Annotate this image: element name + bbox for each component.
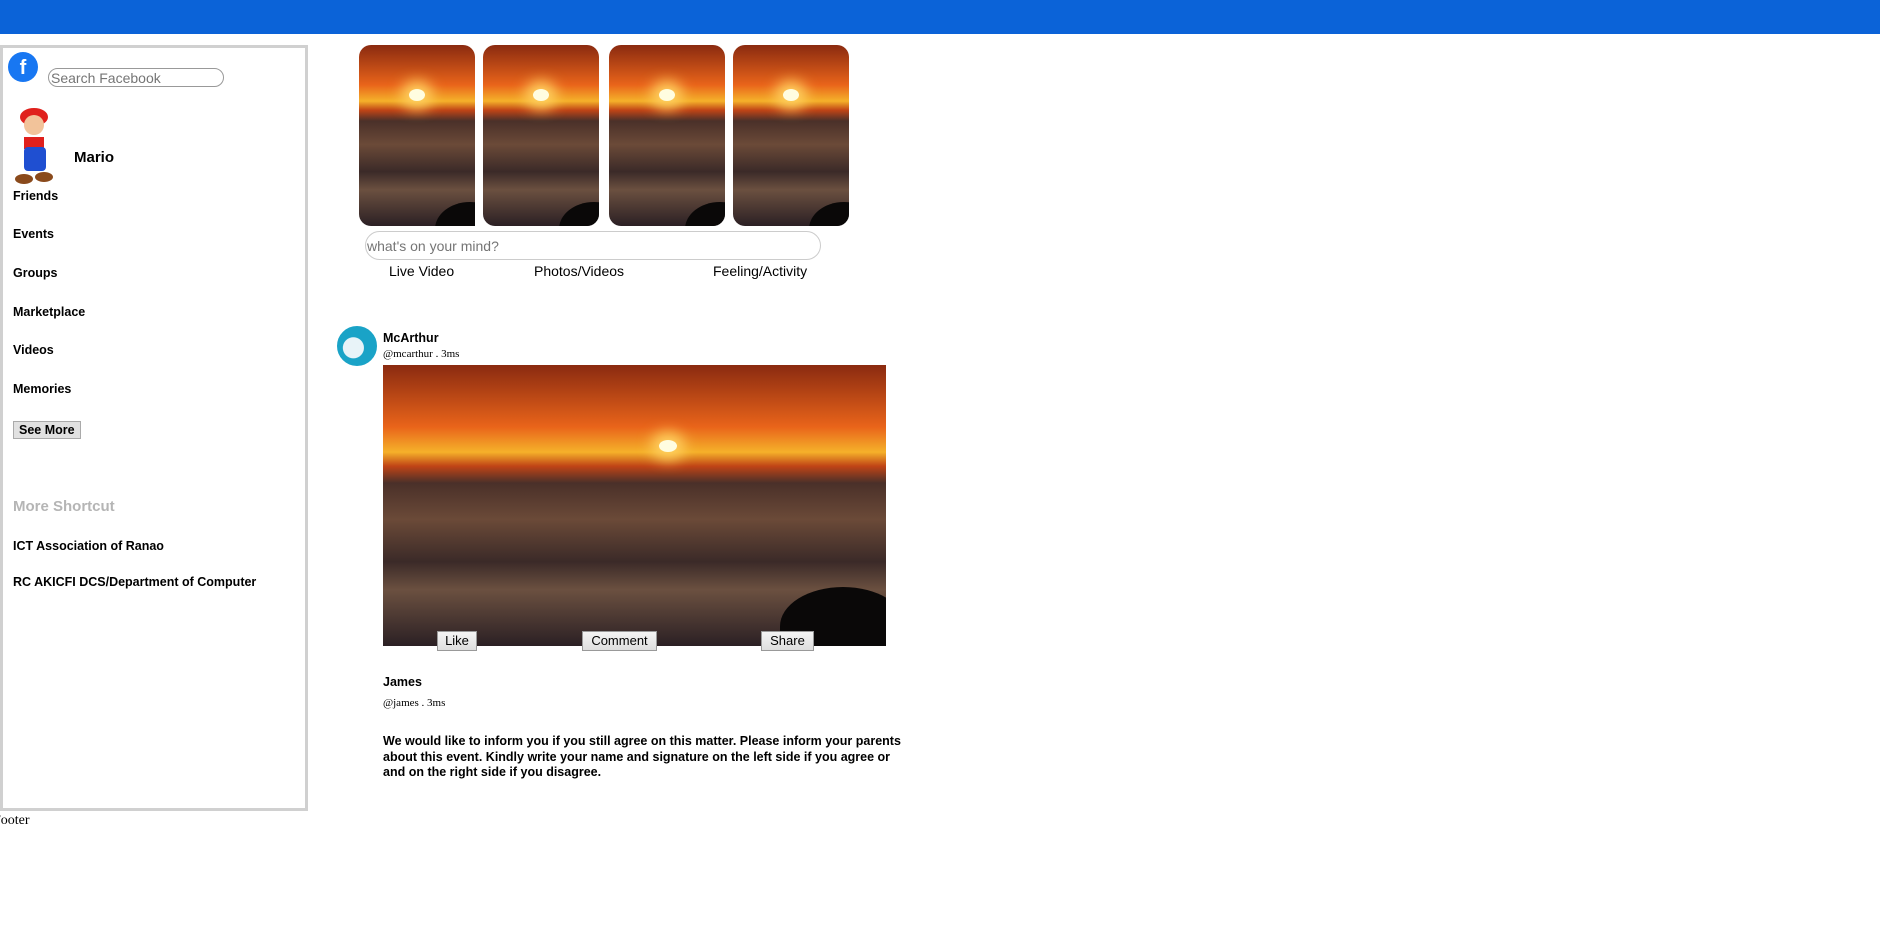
share-button[interactable]: Share — [761, 631, 814, 651]
facebook-logo-icon[interactable]: f — [8, 52, 38, 82]
sidebar-item-memories[interactable]: Memories — [13, 382, 71, 396]
user-name[interactable]: Mario — [74, 149, 114, 166]
status-input[interactable] — [365, 231, 821, 260]
shortcut-rc-akicfi[interactable]: RC AKICFI DCS/Department of Computer — [13, 575, 256, 589]
sidebar-item-friends[interactable]: Friends — [13, 189, 58, 203]
post-author[interactable]: James — [383, 675, 422, 689]
post-handle: @james . 3ms — [383, 697, 446, 709]
sidebar-item-marketplace[interactable]: Marketplace — [13, 305, 85, 319]
post-image[interactable] — [383, 365, 886, 646]
like-button[interactable]: Like — [437, 631, 477, 651]
story-card[interactable] — [733, 45, 849, 226]
post-author[interactable]: McArthur — [383, 331, 439, 345]
footer: Footer — [0, 813, 30, 828]
sidebar-item-groups[interactable]: Groups — [13, 266, 57, 280]
photos-videos-button[interactable]: Photos/Videos — [534, 263, 624, 279]
mcarthur-avatar[interactable] — [337, 326, 377, 366]
see-more-button[interactable]: See More — [13, 421, 81, 439]
shortcut-ict[interactable]: ICT Association of Ranao — [13, 539, 164, 553]
post-text: We would like to inform you if you still… — [383, 734, 901, 779]
story-card[interactable] — [359, 45, 475, 226]
mario-avatar[interactable] — [4, 103, 64, 185]
story-card[interactable] — [483, 45, 599, 226]
post-handle: @mcarthur . 3ms — [383, 348, 460, 360]
sidebar-item-events[interactable]: Events — [13, 227, 54, 241]
top-bar — [0, 0, 1880, 34]
live-video-button[interactable]: Live Video — [389, 263, 454, 279]
comment-button[interactable]: Comment — [582, 631, 657, 651]
story-card[interactable] — [609, 45, 725, 226]
sidebar-item-videos[interactable]: Videos — [13, 343, 54, 357]
feeling-activity-button[interactable]: Feeling/Activity — [713, 263, 807, 279]
shortcut-heading: More Shortcut — [13, 498, 115, 515]
search-input[interactable] — [48, 68, 224, 87]
